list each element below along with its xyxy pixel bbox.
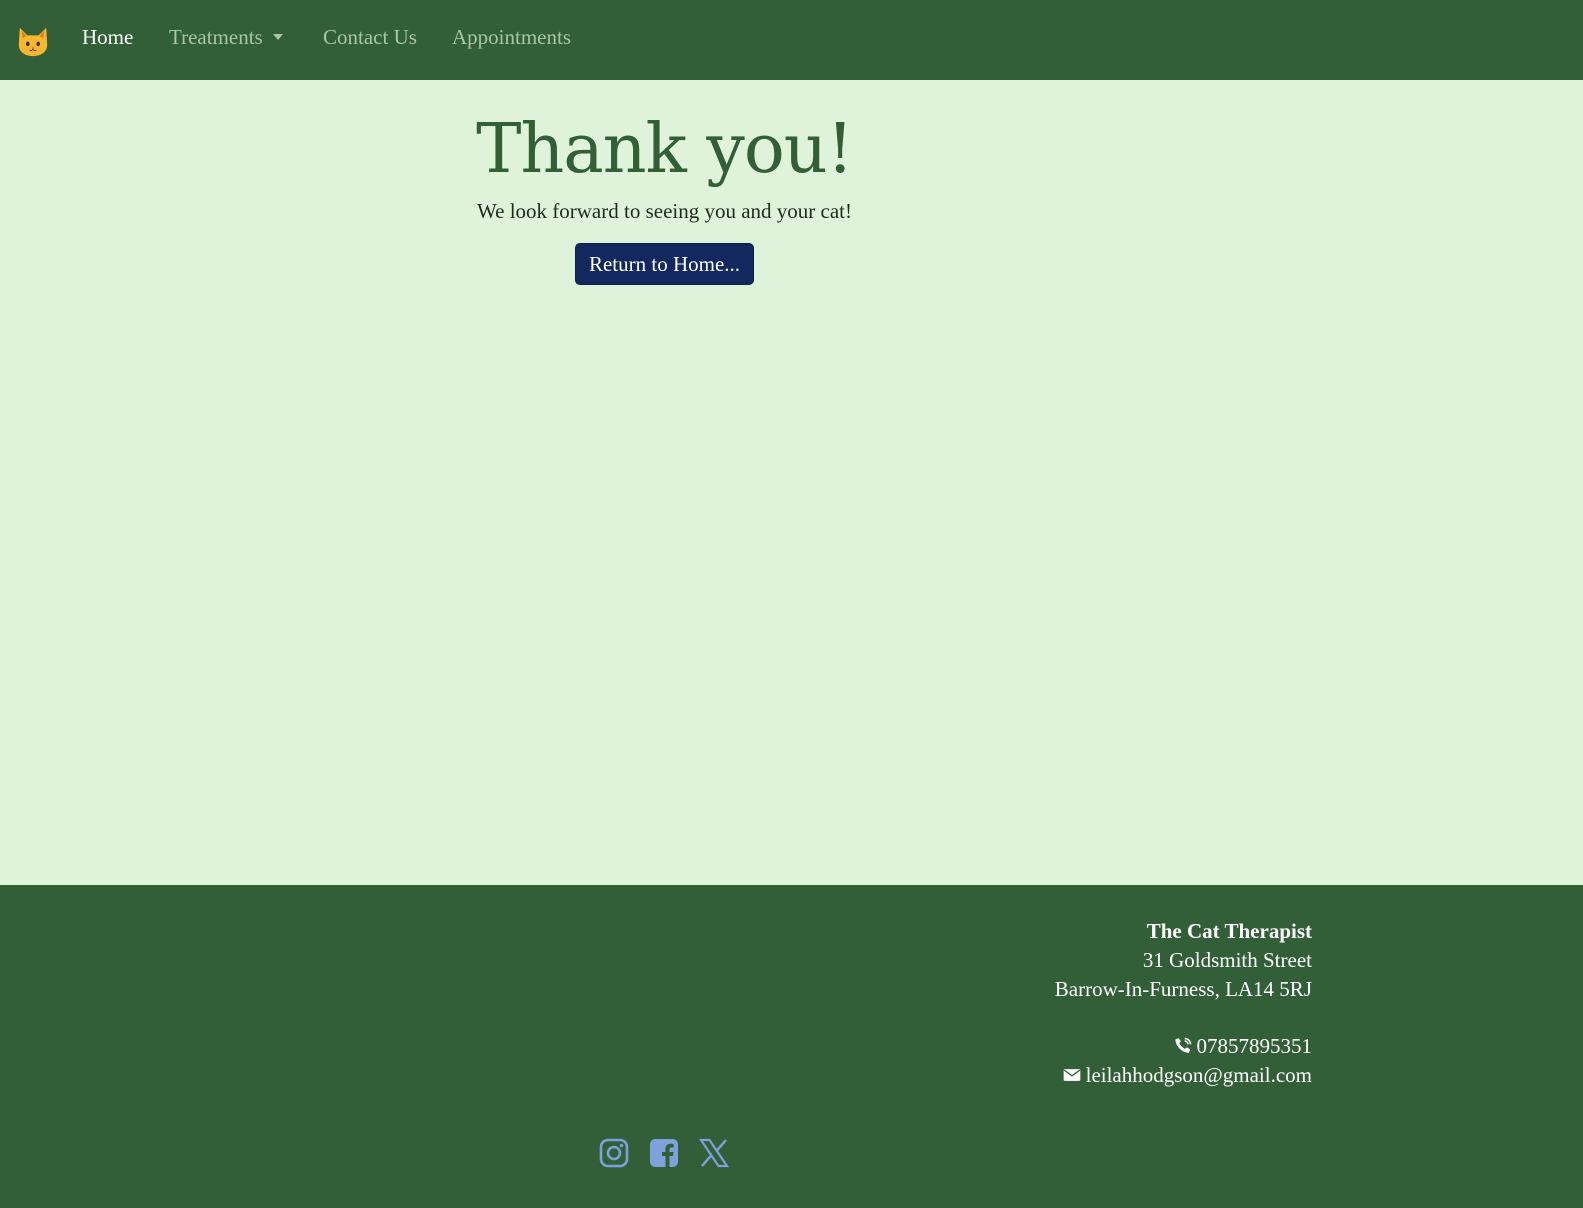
chevron-down-icon — [272, 34, 283, 40]
nav-treatments-label: Treatments — [169, 25, 263, 49]
footer: The Cat Therapist 31 Goldsmith Street Ba… — [0, 885, 1583, 1208]
phone-number: 07857895351 — [1196, 1034, 1313, 1058]
nav-home[interactable]: Home — [82, 25, 133, 50]
return-home-button[interactable]: Return to Home... — [575, 243, 754, 285]
nav-treatments-dropdown[interactable]: Treatments — [169, 25, 283, 50]
business-name: The Cat Therapist — [1146, 919, 1312, 943]
main-content: Thank you! We look forward to seeing you… — [0, 80, 1583, 885]
phone-row[interactable]: 07857895351 — [1055, 1032, 1312, 1061]
nav-contact-us[interactable]: Contact Us — [323, 25, 417, 50]
social-links — [598, 1137, 730, 1169]
top-navbar: Home Treatments Contact Us Appointments — [0, 0, 1583, 80]
address-line1: 31 Goldsmith Street — [1142, 948, 1312, 972]
envelope-icon — [1063, 1069, 1080, 1081]
nav-appointments[interactable]: Appointments — [452, 25, 571, 50]
contact-block: The Cat Therapist 31 Goldsmith Street Ba… — [1055, 917, 1312, 1090]
cat-face-icon[interactable] — [16, 24, 50, 58]
thank-you-message: We look forward to seeing you and your c… — [476, 199, 853, 223]
email-row[interactable]: leilahhodgson@gmail.com — [1055, 1061, 1312, 1090]
phone-icon — [1174, 1037, 1191, 1053]
instagram-icon[interactable] — [598, 1137, 630, 1169]
page-title: Thank you! — [476, 110, 854, 189]
address-line2: Barrow-In-Furness, LA14 5RJ — [1054, 977, 1312, 1001]
x-twitter-icon[interactable] — [698, 1137, 730, 1169]
facebook-icon[interactable] — [648, 1137, 680, 1169]
email-address: leilahhodgson@gmail.com — [1085, 1063, 1312, 1087]
